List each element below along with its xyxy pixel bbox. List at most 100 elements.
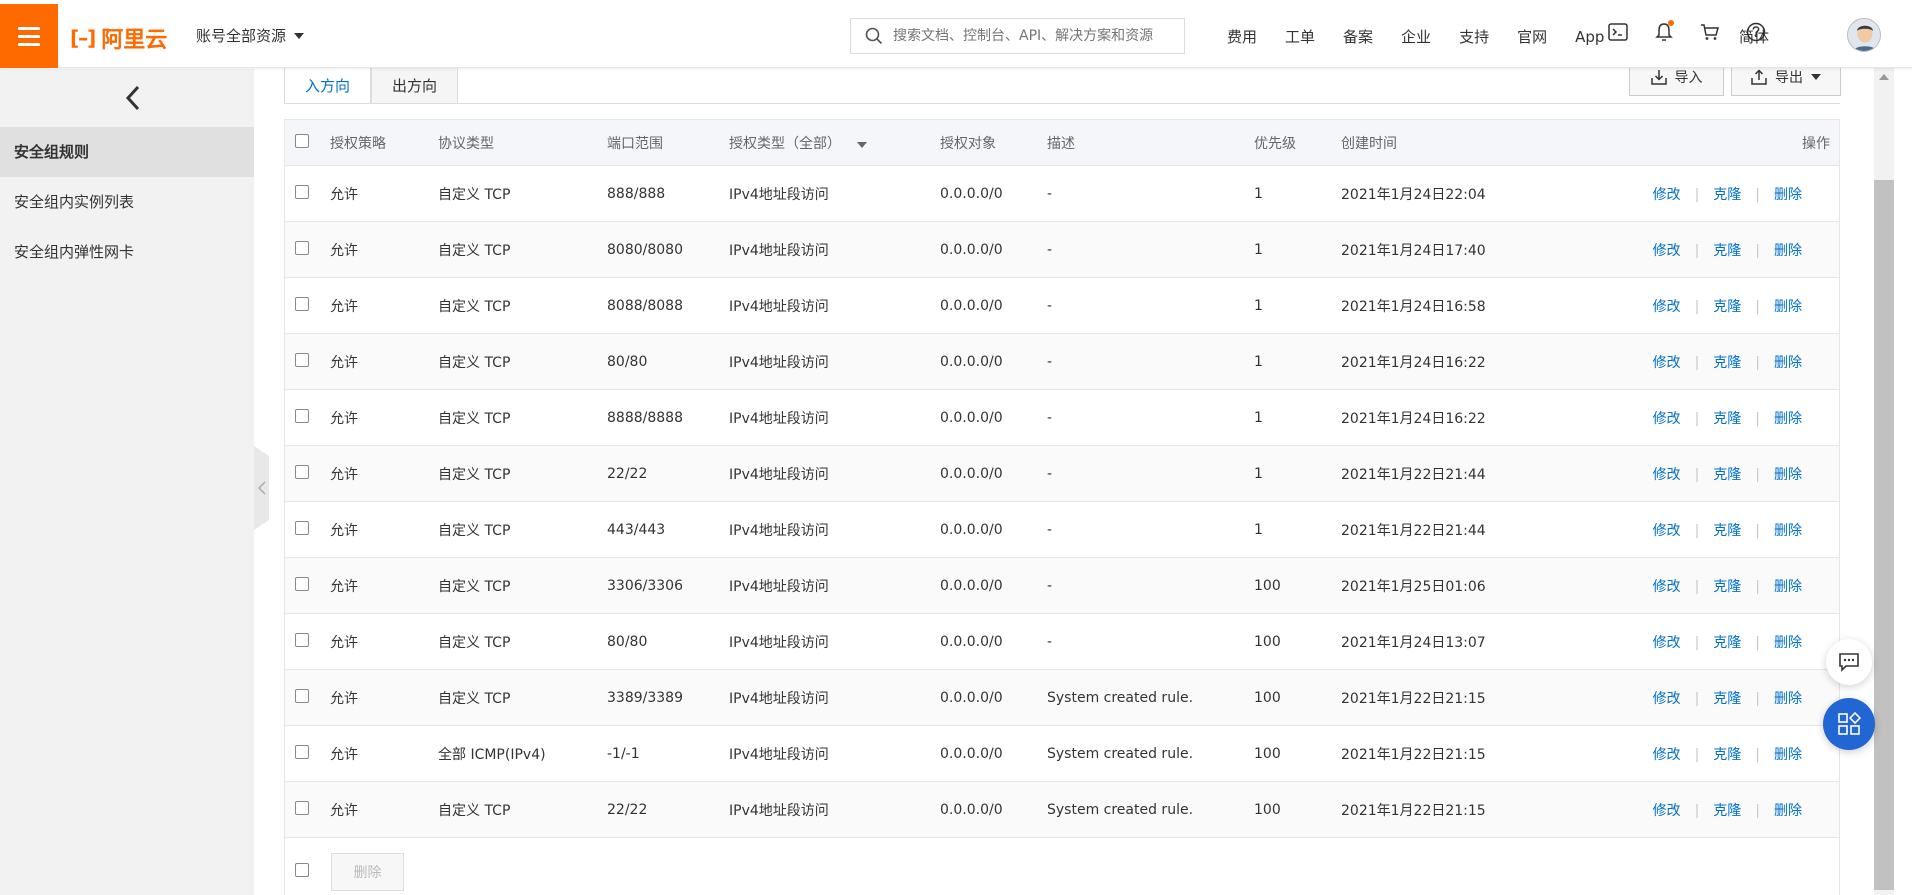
- aliyun-logo[interactable]: [–] 阿里云: [70, 22, 167, 54]
- main-content: 入方向 出方向 导入 导出 授权策略 协议类型 端口范围 授权类型（全部） 授权…: [254, 58, 1874, 895]
- delete-link[interactable]: 删除: [1774, 747, 1802, 763]
- hamburger-menu-button[interactable]: [0, 4, 58, 68]
- cell-port: 3389/3389: [607, 669, 729, 726]
- row-checkbox[interactable]: [295, 464, 309, 479]
- delete-link[interactable]: 删除: [1774, 467, 1802, 483]
- cell-created: 2021年1月24日16:58: [1341, 277, 1621, 334]
- delete-link[interactable]: 删除: [1774, 635, 1802, 651]
- edit-link[interactable]: 修改: [1653, 355, 1681, 371]
- aliyun-logo-icon: [–]: [70, 26, 96, 50]
- clone-link[interactable]: 克隆: [1713, 747, 1741, 763]
- cell-created: 2021年1月22日21:15: [1341, 781, 1621, 838]
- delete-link[interactable]: 删除: [1774, 579, 1802, 595]
- bell-icon[interactable]: [1652, 20, 1676, 44]
- user-avatar[interactable]: [1847, 18, 1881, 52]
- clone-link[interactable]: 克隆: [1713, 691, 1741, 707]
- cell-created: 2021年1月24日22:04: [1341, 165, 1621, 222]
- edit-link[interactable]: 修改: [1653, 523, 1681, 539]
- clone-link[interactable]: 克隆: [1713, 803, 1741, 819]
- edit-link[interactable]: 修改: [1653, 243, 1681, 259]
- edit-link[interactable]: 修改: [1653, 467, 1681, 483]
- edit-link[interactable]: 修改: [1653, 747, 1681, 763]
- nav-support[interactable]: 支持: [1459, 26, 1489, 47]
- terminal-icon[interactable]: [1606, 20, 1630, 44]
- col-policy: 授权策略: [330, 119, 438, 166]
- delete-link[interactable]: 删除: [1774, 411, 1802, 427]
- cell-protocol: 自定义 TCP: [438, 781, 607, 838]
- batch-delete-button[interactable]: 删除: [331, 853, 404, 891]
- row-checkbox[interactable]: [295, 408, 309, 423]
- cell-protocol: 自定义 TCP: [438, 165, 607, 222]
- delete-link[interactable]: 删除: [1774, 299, 1802, 315]
- row-checkbox[interactable]: [295, 240, 309, 255]
- account-resource-selector[interactable]: 账号全部资源: [196, 25, 305, 46]
- cell-priority: 1: [1254, 277, 1341, 334]
- search-box[interactable]: [850, 18, 1185, 54]
- filter-caret-icon: [857, 141, 868, 148]
- cart-icon[interactable]: [1698, 20, 1722, 44]
- cell-priority: 100: [1254, 557, 1341, 614]
- footer-select-all-checkbox[interactable]: [295, 863, 309, 877]
- language-switch[interactable]: 简体: [1739, 26, 1769, 47]
- action-separator: |: [1694, 298, 1700, 315]
- clone-link[interactable]: 克隆: [1713, 355, 1741, 371]
- cell-created: 2021年1月22日21:15: [1341, 669, 1621, 726]
- cell-priority: 100: [1254, 725, 1341, 782]
- cell-port: 22/22: [607, 445, 729, 502]
- select-all-checkbox[interactable]: [295, 133, 309, 148]
- cell-priority: 1: [1254, 333, 1341, 390]
- cell-desc: -: [1047, 445, 1254, 502]
- nav-icp-filing[interactable]: 备案: [1343, 26, 1373, 47]
- row-checkbox[interactable]: [295, 688, 309, 703]
- scroll-up-arrow-icon[interactable]: [1879, 74, 1889, 80]
- clone-link[interactable]: 克隆: [1713, 523, 1741, 539]
- action-separator: |: [1755, 690, 1760, 707]
- sidebar-item-instance-list[interactable]: 安全组内实例列表: [0, 177, 254, 227]
- edit-link[interactable]: 修改: [1653, 691, 1681, 707]
- delete-link[interactable]: 删除: [1774, 691, 1802, 707]
- edit-link[interactable]: 修改: [1653, 187, 1681, 203]
- row-checkbox[interactable]: [295, 576, 309, 591]
- edit-link[interactable]: 修改: [1653, 411, 1681, 427]
- nav-app[interactable]: App: [1575, 28, 1604, 46]
- row-checkbox[interactable]: [295, 352, 309, 367]
- action-separator: |: [1694, 354, 1700, 371]
- row-checkbox[interactable]: [295, 744, 309, 759]
- search-input[interactable]: [893, 28, 1183, 44]
- action-separator: |: [1694, 634, 1700, 651]
- col-auth-type[interactable]: 授权类型（全部）: [729, 119, 940, 166]
- back-button[interactable]: [122, 83, 146, 113]
- nav-fees[interactable]: 费用: [1227, 26, 1257, 47]
- clone-link[interactable]: 克隆: [1713, 299, 1741, 315]
- clone-link[interactable]: 克隆: [1713, 467, 1741, 483]
- row-checkbox[interactable]: [295, 296, 309, 311]
- edit-link[interactable]: 修改: [1653, 579, 1681, 595]
- delete-link[interactable]: 删除: [1774, 523, 1802, 539]
- delete-link[interactable]: 删除: [1774, 355, 1802, 371]
- nav-enterprise[interactable]: 企业: [1401, 26, 1431, 47]
- edit-link[interactable]: 修改: [1653, 635, 1681, 651]
- clone-link[interactable]: 克隆: [1713, 411, 1741, 427]
- edit-link[interactable]: 修改: [1653, 803, 1681, 819]
- page-scrollbar-thumb[interactable]: [1874, 180, 1894, 890]
- delete-link[interactable]: 删除: [1774, 243, 1802, 259]
- delete-link[interactable]: 删除: [1774, 187, 1802, 203]
- chat-float-button[interactable]: [1826, 639, 1872, 685]
- delete-link[interactable]: 删除: [1774, 803, 1802, 819]
- clone-link[interactable]: 克隆: [1713, 579, 1741, 595]
- sidebar-item-security-group-rules[interactable]: 安全组规则: [0, 127, 254, 177]
- row-checkbox[interactable]: [295, 520, 309, 535]
- apps-float-button[interactable]: [1823, 698, 1875, 750]
- row-checkbox[interactable]: [295, 184, 309, 199]
- row-checkbox[interactable]: [295, 800, 309, 815]
- row-checkbox[interactable]: [295, 632, 309, 647]
- sidebar-item-eni-list[interactable]: 安全组内弹性网卡: [0, 227, 254, 277]
- table-row: 允许 自定义 TCP 8888/8888 IPv4地址段访问 0.0.0.0/0-1 20…: [284, 389, 1840, 446]
- clone-link[interactable]: 克隆: [1713, 243, 1741, 259]
- edit-link[interactable]: 修改: [1653, 299, 1681, 315]
- nav-official-site[interactable]: 官网: [1517, 26, 1547, 47]
- nav-tickets[interactable]: 工单: [1285, 26, 1315, 47]
- import-icon: [1650, 70, 1667, 85]
- clone-link[interactable]: 克隆: [1713, 635, 1741, 651]
- clone-link[interactable]: 克隆: [1713, 187, 1741, 203]
